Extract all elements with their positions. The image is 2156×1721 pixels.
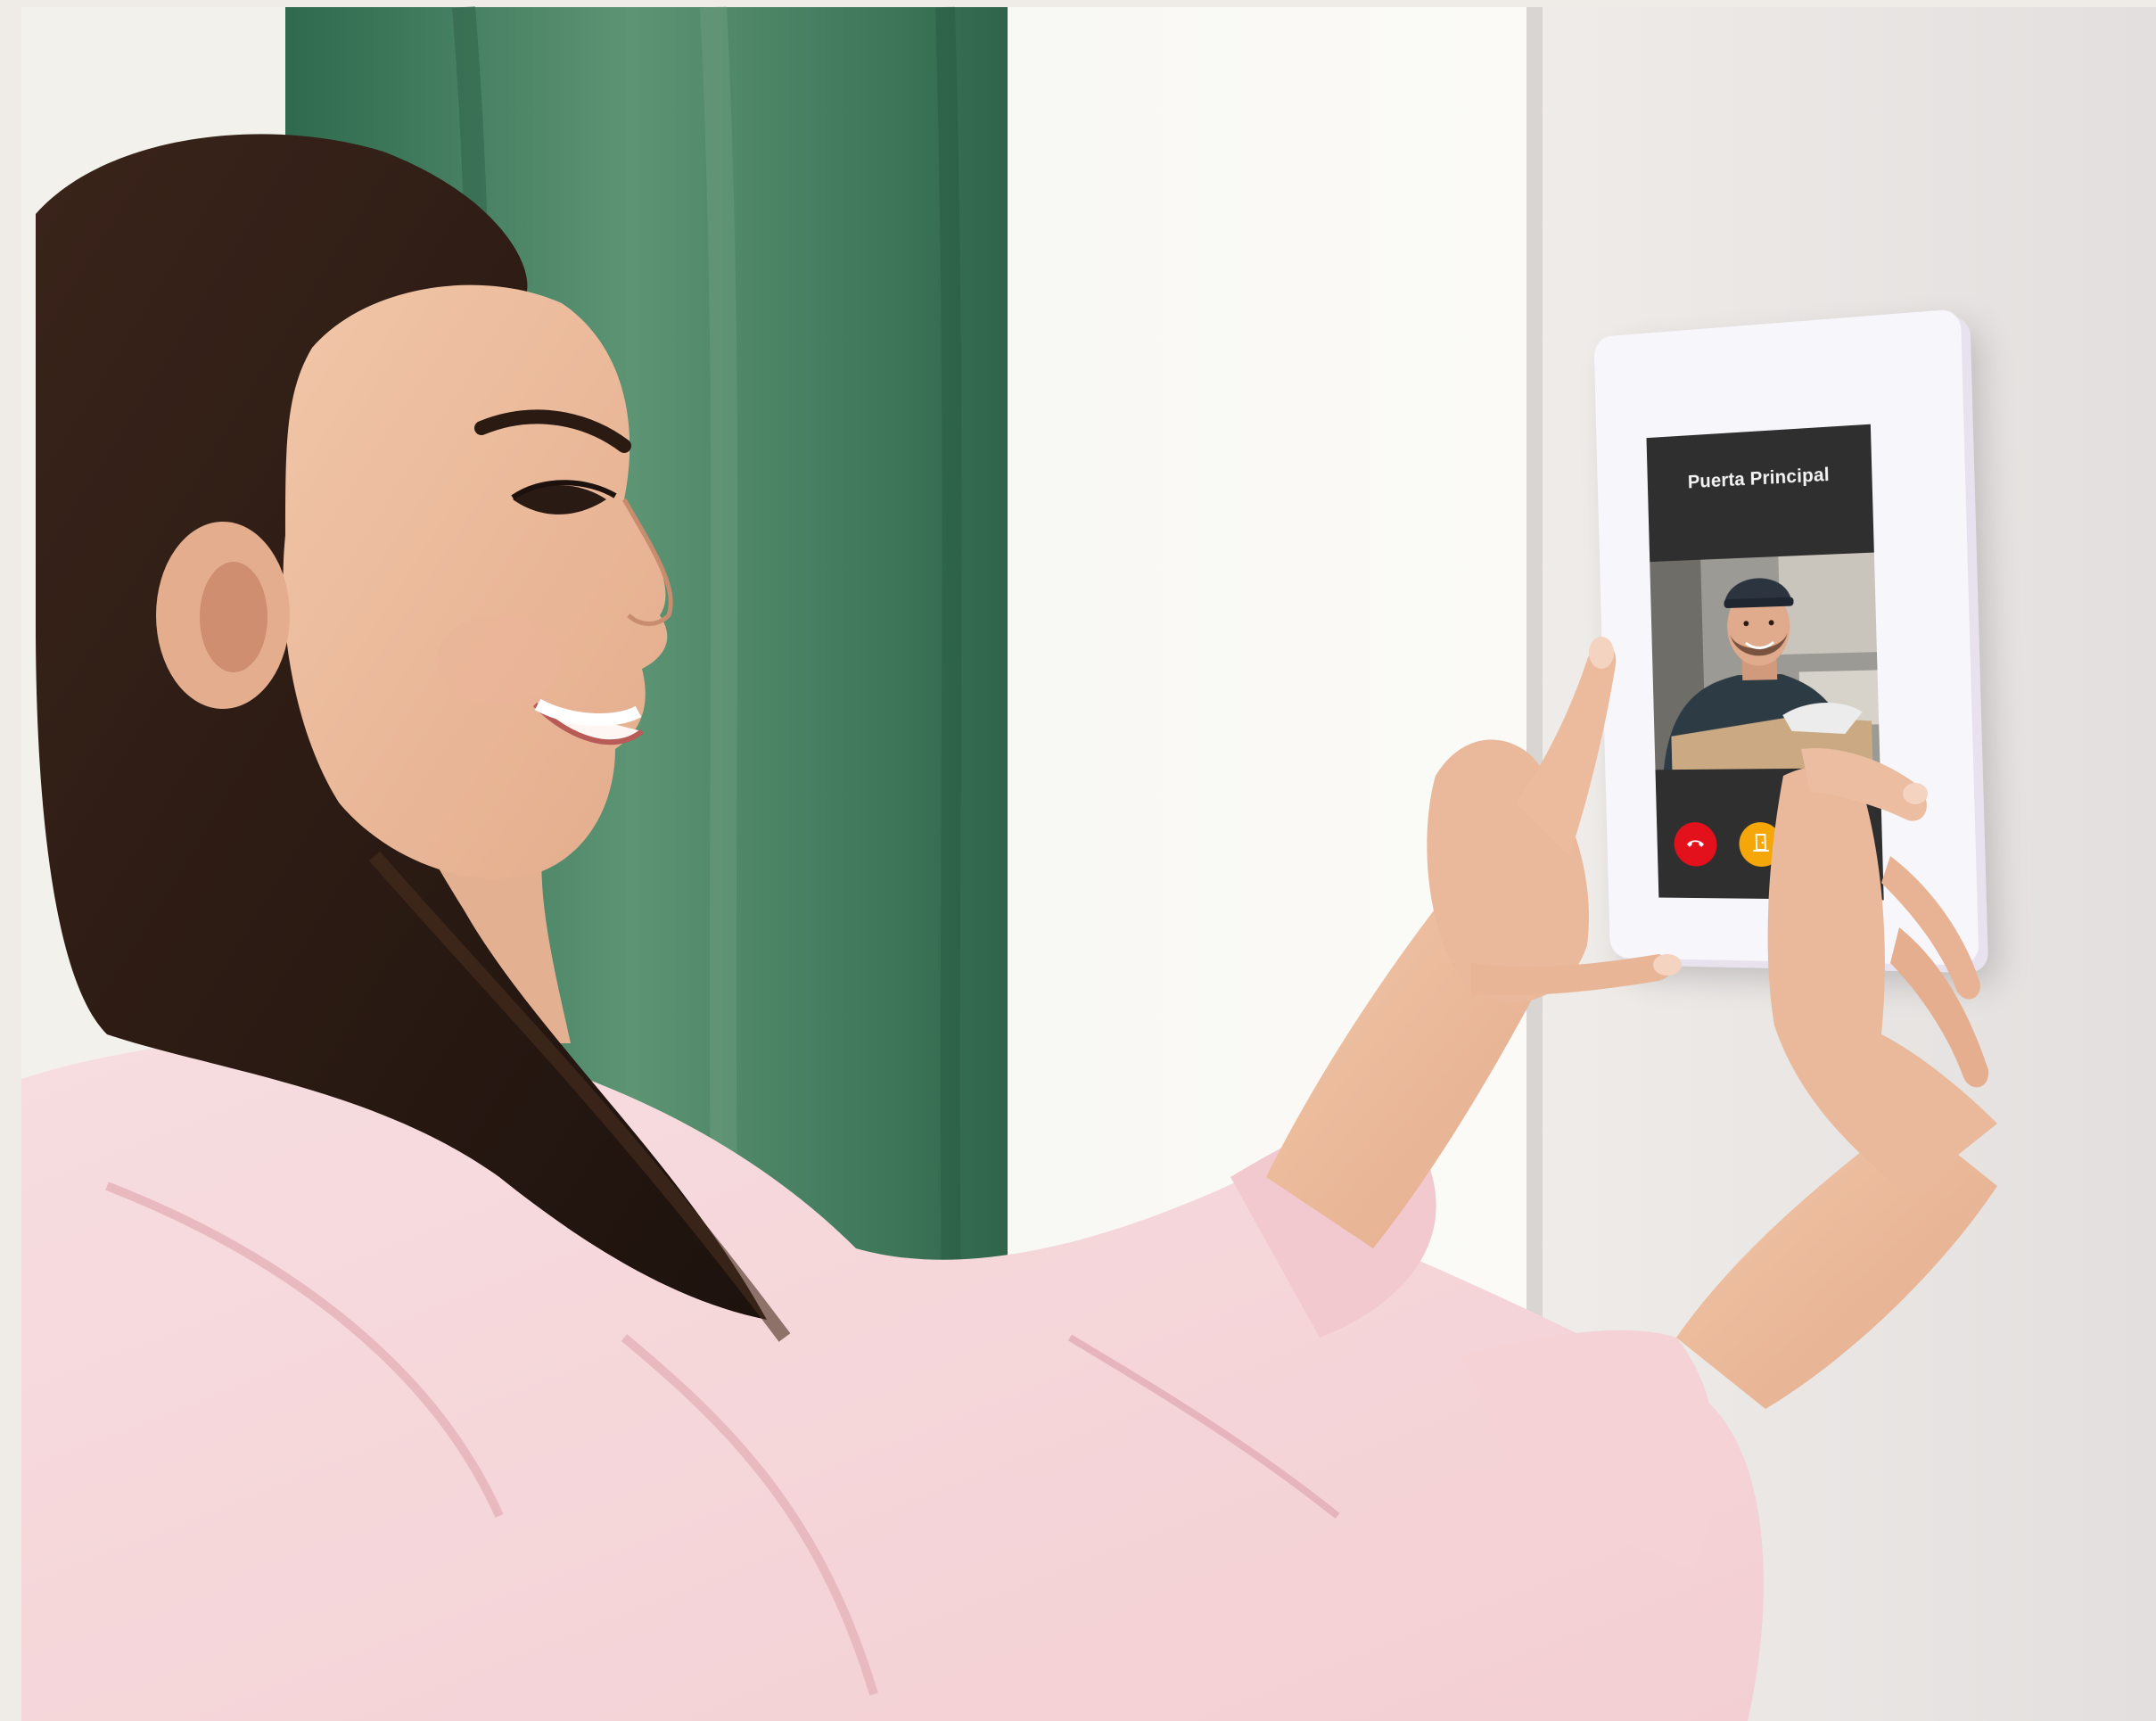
screen-title: Puerta Principal	[1687, 464, 1831, 493]
open-door-button[interactable]	[1738, 822, 1783, 868]
visitor-video-feed	[1650, 552, 1880, 770]
door-open-icon	[1749, 831, 1773, 859]
intercom-screen: Puerta Principal	[1646, 424, 1884, 901]
intercom-panel: Puerta Principal	[1593, 309, 1979, 966]
hang-up-phone-icon	[1684, 830, 1708, 858]
hang-up-button[interactable]	[1674, 822, 1718, 867]
visitor-image	[1650, 552, 1880, 770]
